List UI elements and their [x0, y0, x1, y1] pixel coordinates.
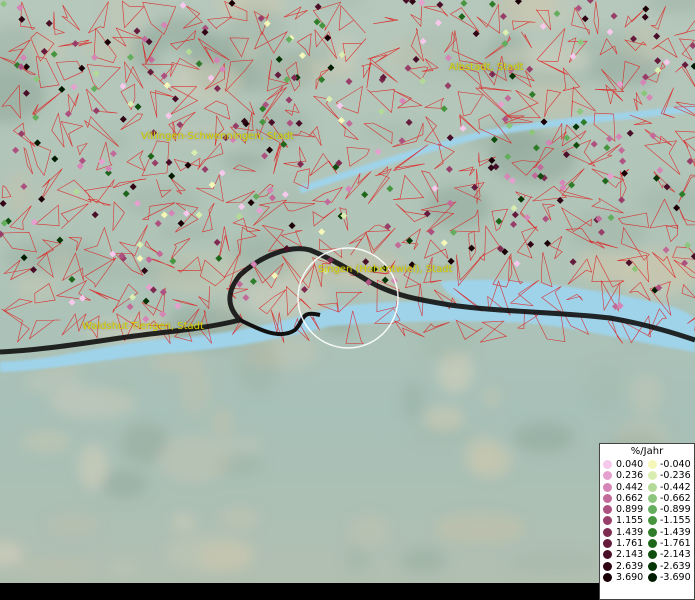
- legend-value-positive: 1.761: [616, 538, 644, 550]
- legend-value-negative: -0.442: [660, 481, 691, 493]
- legend-value-positive: 2.639: [616, 560, 644, 572]
- legend-swatch-negative: [648, 527, 657, 537]
- legend-value-positive: 0.662: [616, 492, 644, 504]
- city-label-villingen: Villingen-Schwenningen, Stadt: [141, 131, 294, 142]
- legend-swatch-positive: [603, 516, 612, 526]
- legend: %/Jahr 0.040 -0.040 0.236 -0.236 0.442 -0.442…: [599, 443, 695, 600]
- legend-value-negative: -0.662: [660, 492, 691, 504]
- legend-value-negative: -2.639: [660, 560, 691, 572]
- legend-value-negative: -1.155: [660, 515, 691, 527]
- legend-value-positive: 1.155: [616, 515, 644, 527]
- legend-value-negative: -0.899: [660, 504, 691, 516]
- legend-swatch-negative: [648, 572, 657, 582]
- legend-swatch-positive: [603, 460, 612, 469]
- legend-swatch-negative: [648, 516, 657, 526]
- legend-swatch-negative: [648, 460, 657, 469]
- legend-value-negative: -3.690: [660, 571, 691, 583]
- legend-swatch-positive: [603, 471, 612, 481]
- legend-row: 1.155 -1.155: [600, 515, 694, 526]
- legend-swatch-positive: [603, 482, 612, 492]
- legend-row: 0.040 -0.040: [600, 459, 694, 470]
- legend-swatch-positive: [603, 561, 612, 571]
- city-label-singen: Singen (Hohentwiel), Stadt: [318, 264, 453, 275]
- legend-row: 1.439 -1.439: [600, 527, 694, 538]
- legend-value-negative: -1.761: [660, 538, 691, 550]
- legend-row: 0.442 -0.442: [600, 482, 694, 493]
- legend-swatch-positive: [603, 572, 612, 582]
- legend-title: %/Jahr: [630, 446, 664, 457]
- legend-row: 1.761 -1.761: [600, 538, 694, 549]
- legend-swatch-positive: [603, 539, 612, 549]
- legend-value-positive: 2.143: [616, 549, 644, 561]
- legend-swatch-positive: [603, 505, 612, 515]
- map-canvas[interactable]: [0, 0, 695, 583]
- legend-value-positive: 3.690: [616, 571, 644, 583]
- legend-row: 0.662 -0.662: [600, 493, 694, 504]
- legend-value-positive: 1.439: [616, 526, 644, 538]
- legend-swatch-negative: [648, 471, 657, 481]
- legend-swatch-negative: [648, 505, 657, 515]
- legend-row: 2.143 -2.143: [600, 549, 694, 560]
- legend-value-positive: 0.236: [616, 470, 644, 482]
- legend-row: 2.639 -2.639: [600, 561, 694, 572]
- legend-rows: 0.040 -0.040 0.236 -0.236 0.442 -0.442 0.662 -0…: [600, 459, 694, 583]
- city-label-albstadt: Albstadt, Stadt: [449, 62, 524, 73]
- legend-value-negative: -0.236: [660, 470, 691, 482]
- city-label-waldshut: Waldshut-Tiengen, Stadt: [82, 321, 204, 332]
- legend-row: 3.690 -3.690: [600, 572, 694, 583]
- bottom-bar: [0, 583, 695, 600]
- legend-row: 0.236 -0.236: [600, 470, 694, 481]
- legend-row: 0.899 -0.899: [600, 504, 694, 515]
- map-view[interactable]: Albstadt, Stadt Villingen-Schwenningen, …: [0, 0, 695, 583]
- legend-swatch-negative: [648, 561, 657, 571]
- legend-value-positive: 0.040: [616, 459, 644, 470]
- legend-value-positive: 0.899: [616, 504, 644, 516]
- legend-swatch-negative: [648, 493, 657, 503]
- legend-swatch-positive: [603, 493, 612, 503]
- legend-swatch-negative: [648, 550, 657, 560]
- legend-value-negative: -0.040: [660, 459, 691, 470]
- legend-swatch-negative: [648, 539, 657, 549]
- legend-swatch-positive: [603, 550, 612, 560]
- legend-swatch-positive: [603, 527, 612, 537]
- legend-swatch-negative: [648, 482, 657, 492]
- legend-value-negative: -2.143: [660, 549, 691, 561]
- legend-value-negative: -1.439: [660, 526, 691, 538]
- legend-value-positive: 0.442: [616, 481, 644, 493]
